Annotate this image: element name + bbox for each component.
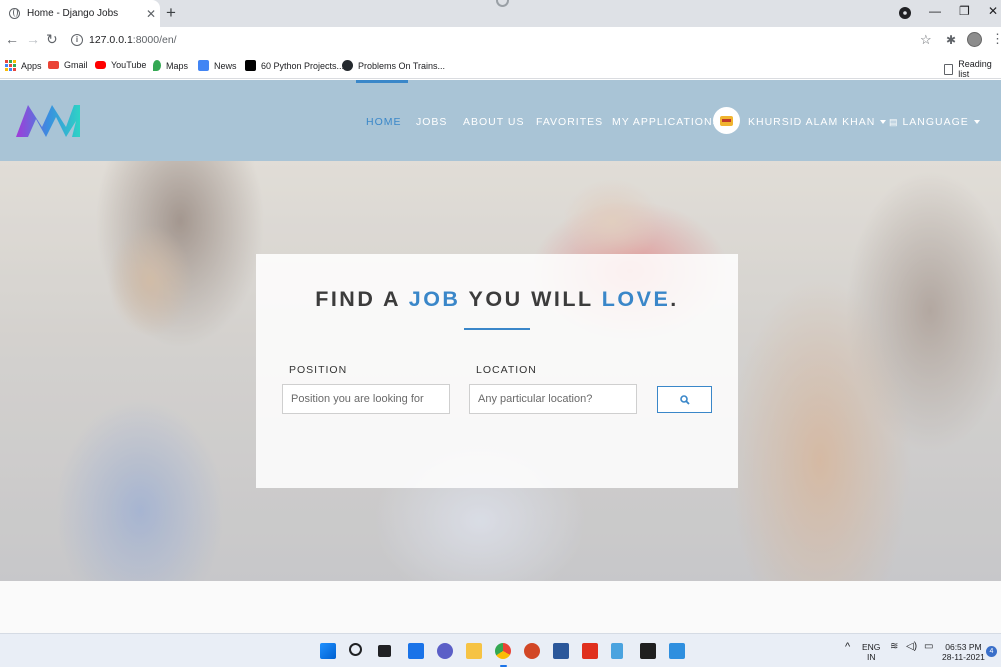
chevron-down-icon [880,120,887,125]
loading-icon [496,0,509,7]
extensions-icon[interactable]: ✱ [946,33,956,47]
maps-icon [153,60,161,71]
restore-icon[interactable]: ❐ [959,4,970,18]
position-input[interactable]: Position you are looking for [282,384,450,414]
active-nav-indicator [356,80,408,83]
user-menu[interactable]: KHURSID ALAM KHAN [748,116,887,128]
position-label: POSITION [289,364,348,376]
reload-icon[interactable]: ↻ [46,31,58,48]
task-view-icon[interactable] [378,645,391,657]
start-icon[interactable] [320,643,336,659]
search-icon [680,395,690,405]
youtube-icon [95,61,106,69]
chevron-down-icon [973,120,980,125]
clock[interactable]: 06:53 PM 28-11-2021 [942,642,985,662]
apps-grid-icon [5,60,16,71]
browser-tab-strip: Home - Django Jobs ✕ + — ❐ ✕ [0,0,1001,27]
notepad-icon[interactable] [611,643,623,659]
github-icon [342,60,353,71]
site-navbar: HOME JOBS ABOUT US FAVORITES MY APPLICAT… [0,80,1001,161]
bookmark-maps[interactable]: Maps [153,60,188,71]
site-logo-icon[interactable] [16,105,80,137]
forward-icon[interactable]: → [26,31,40,47]
windows-taskbar: ^ ENG IN ≋ ◁) ▭ 06:53 PM 28-11-2021 [0,633,1001,667]
search-button[interactable] [657,386,712,413]
widgets-icon[interactable] [408,643,424,659]
word-icon[interactable] [553,643,569,659]
address-bar[interactable]: i 127.0.0.1:8000/en/ [66,29,941,52]
user-avatar[interactable] [713,107,740,134]
nav-my-applications[interactable]: MY APPLICATIONS [612,116,721,128]
input-language[interactable]: ENG IN [862,642,880,662]
bookmark-gmail[interactable]: Gmail [48,60,88,70]
profile-avatar[interactable] [967,32,982,47]
bookmark-problems-on-trains[interactable]: Problems On Trains... [342,60,445,71]
translate-icon: ▤ [889,117,899,127]
reading-list-icon [944,63,954,75]
nav-favorites[interactable]: FAVORITES [536,116,603,128]
search-icon[interactable] [349,643,362,656]
language-menu[interactable]: ▤ LANGUAGE [889,116,980,128]
wifi-icon[interactable]: ≋ [890,642,898,652]
nav-home[interactable]: HOME [366,116,402,128]
globe-icon [9,8,20,19]
back-icon[interactable]: ← [5,31,19,47]
terminal-icon[interactable] [640,643,656,659]
new-tab-icon[interactable]: + [166,3,176,23]
teams-chat-icon[interactable] [437,643,453,659]
chrome-icon[interactable] [495,643,511,659]
medium-icon [245,60,256,71]
show-hidden-icons-icon[interactable]: ^ [845,642,850,653]
location-input[interactable]: Any particular location? [469,384,637,414]
close-tab-icon[interactable]: ✕ [142,7,160,21]
site-info-icon[interactable]: i [71,34,83,46]
minimize-icon[interactable]: — [929,4,941,18]
window-close-icon[interactable]: ✕ [988,4,998,18]
photos-icon[interactable] [669,643,685,659]
news-icon [198,60,209,71]
hero-headline: FIND A JOB YOU WILL LOVE. [315,287,679,311]
bookmark-news[interactable]: News [198,60,237,71]
tab-title: Home - Django Jobs [27,8,119,19]
powerpoint-icon[interactable] [524,643,540,659]
bookmarks-bar: Apps Gmail YouTube Maps News 60 Python P… [0,54,1001,79]
tab-search-icon[interactable] [899,7,911,19]
location-label: LOCATION [476,364,537,376]
battery-icon[interactable]: ▭ [924,642,933,652]
nav-about-us[interactable]: ABOUT US [463,116,524,128]
bookmark-star-icon[interactable]: ☆ [920,32,932,48]
bookmark-youtube[interactable]: YouTube [95,60,146,70]
headline-underline [464,328,530,330]
browser-menu-icon[interactable]: ⋮ [991,31,1001,47]
hero-banner: FIND A JOB YOU WILL LOVE. POSITION Posit… [0,161,1001,581]
job-search-panel: FIND A JOB YOU WILL LOVE. POSITION Posit… [256,254,738,488]
file-explorer-icon[interactable] [466,643,482,659]
page-viewport: HOME JOBS ABOUT US FAVORITES MY APPLICAT… [0,80,1001,633]
url-text[interactable]: 127.0.0.1:8000/en/ [89,34,177,46]
gmail-icon [48,61,59,69]
browser-toolbar: ← → ↻ i 127.0.0.1:8000/en/ [0,27,1001,54]
reading-list[interactable]: Reading list [944,59,1001,79]
bookmark-apps[interactable]: Apps [5,60,42,71]
nav-jobs[interactable]: JOBS [416,116,447,128]
bookmark-python-projects[interactable]: 60 Python Projects... [245,60,344,71]
volume-icon[interactable]: ◁) [906,642,917,652]
notification-badge[interactable]: 4 [986,646,997,657]
pdf-reader-icon[interactable] [582,643,598,659]
browser-tab[interactable]: Home - Django Jobs ✕ [0,0,160,27]
